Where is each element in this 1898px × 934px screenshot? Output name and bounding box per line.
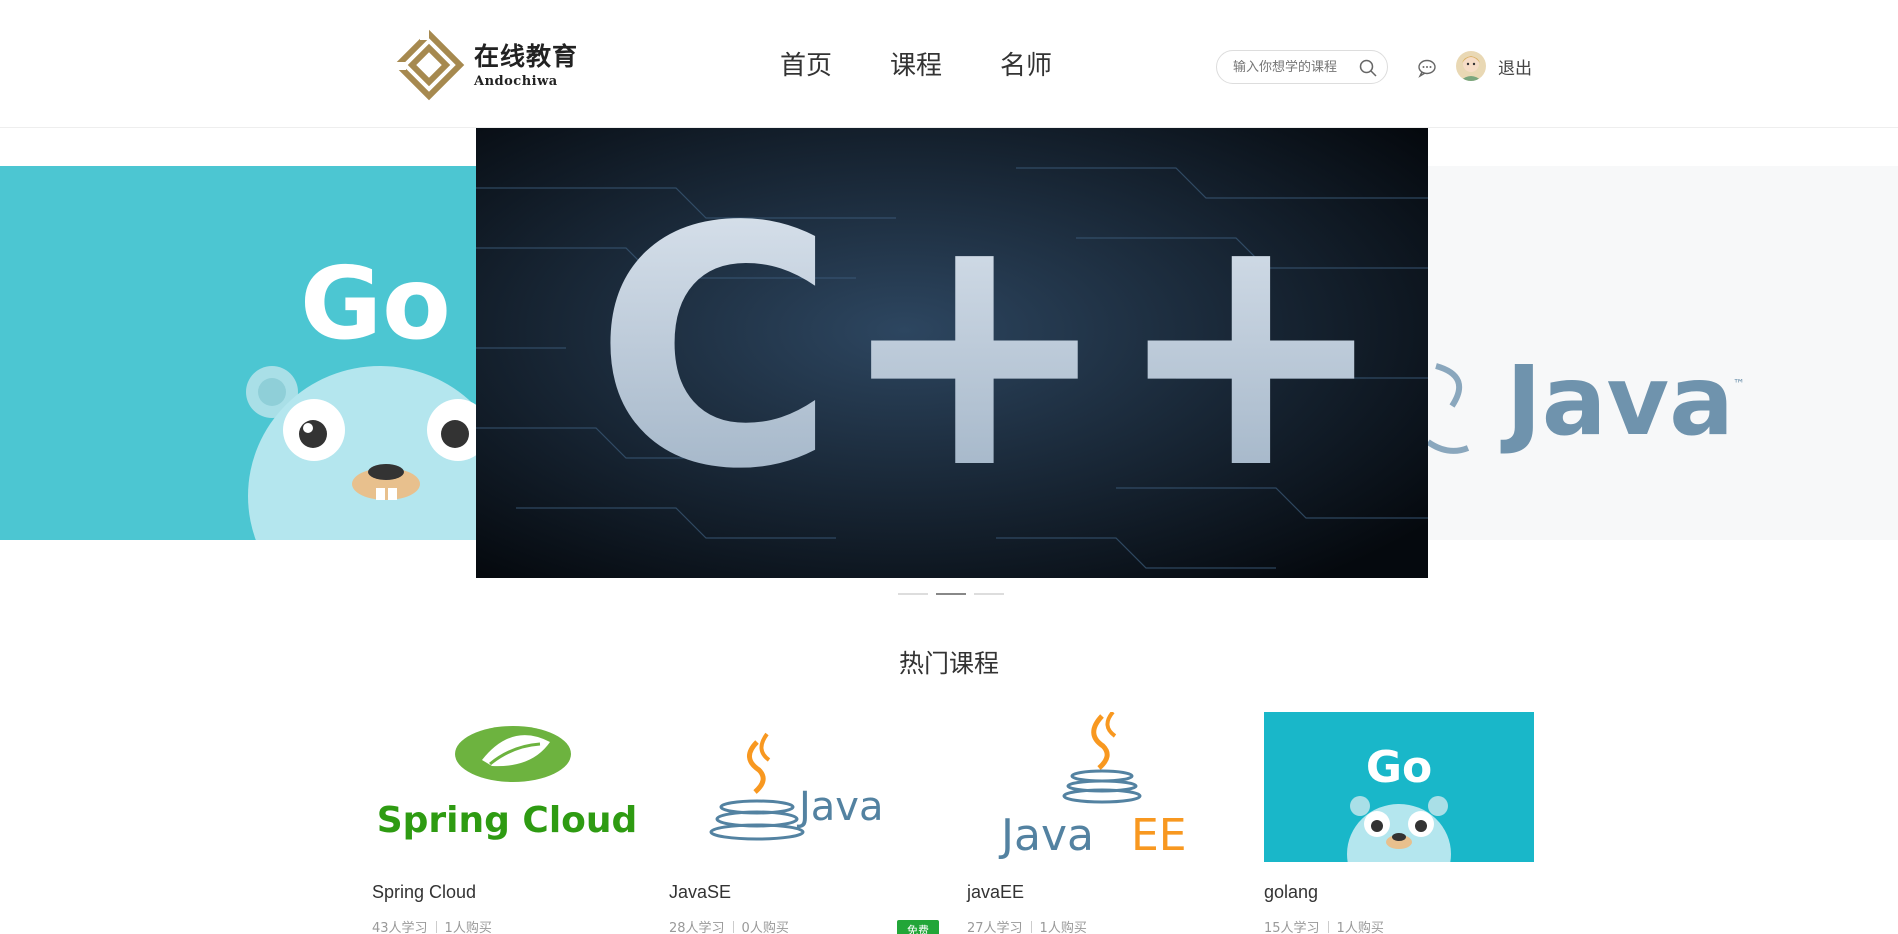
svg-text:Java: Java <box>796 784 884 830</box>
main-nav: 首页 课程 名师 <box>780 46 1110 86</box>
buyer-count: 1人购买 <box>1336 921 1384 934</box>
course-card-javase[interactable]: Java JavaSE 28人学习 0人购买 免费 <box>669 712 939 934</box>
banner-slide-java[interactable]: Java ™ <box>1428 166 1898 540</box>
meta-divider <box>732 920 734 933</box>
buyer-count: 1人购买 <box>1039 921 1087 934</box>
java-banner-text: Java <box>1500 345 1734 457</box>
svg-text:™: ™ <box>1733 377 1745 391</box>
course-title[interactable]: Spring Cloud <box>372 882 642 903</box>
search-icon[interactable] <box>1359 59 1377 77</box>
carousel-dot-1[interactable] <box>898 593 928 595</box>
cpp-banner-text: C++ <box>594 157 1389 541</box>
learner-count: 43人学习 <box>372 921 428 934</box>
nav-item-courses[interactable]: 课程 <box>890 46 942 86</box>
course-card-golang[interactable]: Go golang 15人学习 1人购买 <box>1264 712 1534 934</box>
nav-item-teachers[interactable]: 名师 <box>1000 46 1052 86</box>
svg-text:EE: EE <box>1131 810 1187 861</box>
message-icon[interactable] <box>1416 57 1438 79</box>
search-box <box>1216 50 1388 84</box>
hot-courses-title: 热门课程 <box>898 649 999 678</box>
svg-text:Java: Java <box>998 810 1094 861</box>
course-image: Spring Cloud <box>372 712 642 862</box>
buyer-count: 1人购买 <box>444 921 492 934</box>
course-card-javaee[interactable]: Java EE javaEE 27人学习 1人购买 <box>967 712 1237 934</box>
meta-divider <box>1030 920 1032 933</box>
golang-banner-text: Go <box>300 245 451 362</box>
svg-text:Spring Cloud: Spring Cloud <box>377 800 638 841</box>
course-title[interactable]: JavaSE <box>669 882 939 903</box>
logo-text: 在线教育 Andochiwa <box>474 42 578 89</box>
golang-banner-image: Go <box>0 166 476 540</box>
site-logo[interactable]: 在线教育 Andochiwa <box>392 28 578 102</box>
logo-name-en: Andochiwa <box>474 73 558 89</box>
course-image: Java EE <box>967 712 1237 862</box>
carousel-dot-2[interactable] <box>936 593 966 595</box>
carousel-dots <box>898 593 1012 595</box>
course-image: Java <box>669 712 939 862</box>
logout-link[interactable]: 退出 <box>1498 54 1532 79</box>
banner-slide-cpp[interactable]: C++ <box>476 128 1428 578</box>
site-header: 在线教育 Andochiwa 首页 课程 名师 退出 <box>0 0 1898 128</box>
banner-slide-golang[interactable]: Go <box>0 166 476 540</box>
learner-count: 15人学习 <box>1264 921 1320 934</box>
course-title[interactable]: javaEE <box>967 882 1237 903</box>
meta-divider <box>435 920 437 933</box>
buyer-count: 0人购买 <box>741 921 789 934</box>
java-banner-image: Java ™ <box>1428 166 1898 540</box>
avatar-image <box>1456 51 1486 81</box>
course-meta: 27人学习 1人购买 <box>967 917 1237 934</box>
logo-mark-icon <box>392 28 465 101</box>
course-meta: 43人学习 1人购买 <box>372 917 642 934</box>
cpp-banner-image: C++ <box>476 128 1428 578</box>
user-avatar[interactable] <box>1456 51 1486 81</box>
svg-text:Go: Go <box>1366 742 1432 793</box>
carousel-dot-3[interactable] <box>974 593 1004 595</box>
nav-item-home[interactable]: 首页 <box>780 46 832 86</box>
search-input[interactable] <box>1233 59 1363 75</box>
course-card-spring-cloud[interactable]: Spring Cloud Spring Cloud 43人学习 1人购买 <box>372 712 642 934</box>
free-badge: 免费 <box>897 920 939 934</box>
meta-divider <box>1327 920 1329 933</box>
course-title[interactable]: golang <box>1264 882 1534 903</box>
learner-count: 27人学习 <box>967 921 1023 934</box>
course-meta: 15人学习 1人购买 <box>1264 917 1534 934</box>
logo-name-cn: 在线教育 <box>474 41 579 71</box>
learner-count: 28人学习 <box>669 921 725 934</box>
course-image: Go <box>1264 712 1534 862</box>
